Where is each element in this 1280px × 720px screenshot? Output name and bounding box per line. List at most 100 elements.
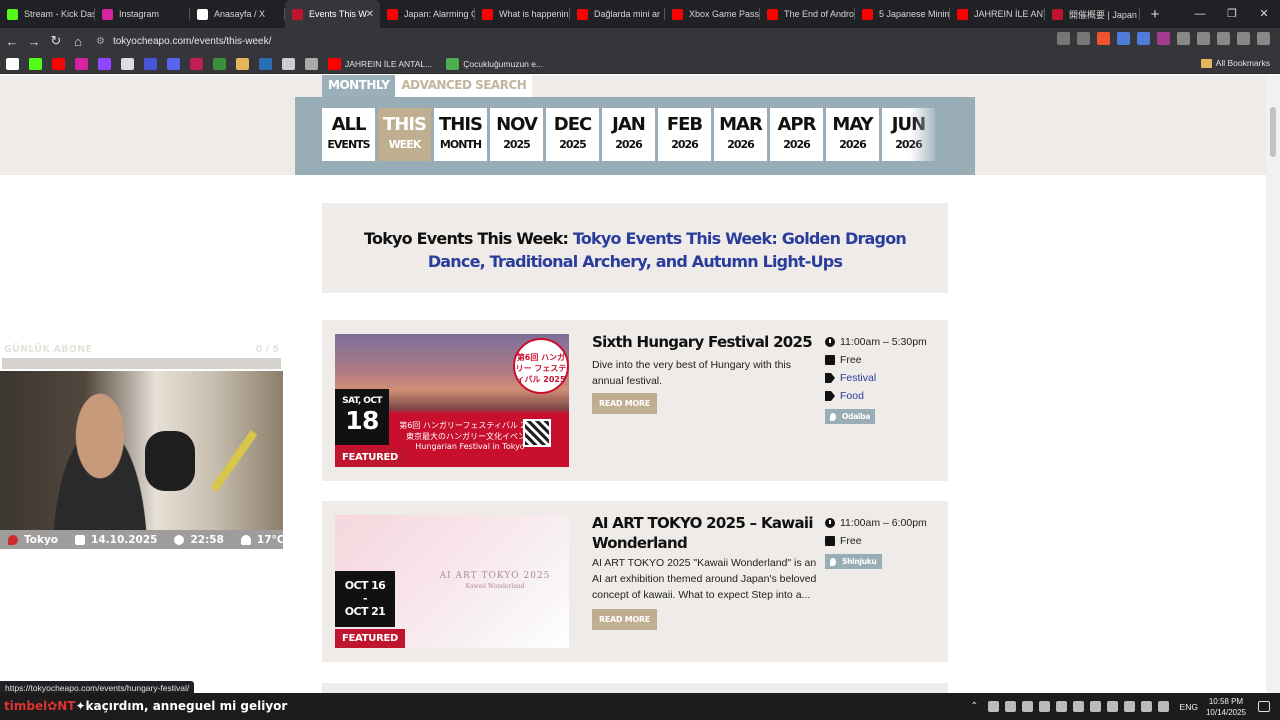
date-filter-tab[interactable]: JAN 2026: [602, 108, 655, 161]
streamer: [40, 391, 160, 530]
browser-tab[interactable]: 5 Japanese Minim: [855, 0, 950, 28]
tray-icon[interactable]: [1072, 701, 1084, 712]
date-filter-tab[interactable]: ALL EVENTS: [322, 108, 375, 161]
event-description: AI ART TOKYO 2025 "Kawaii Wonderland" is…: [592, 557, 817, 601]
read-more-button[interactable]: READ MORE: [592, 609, 657, 630]
event-title[interactable]: AI ART TOKYO 2025 – Kawaii Wonderland: [592, 513, 822, 553]
youtube-bookmark-icon[interactable]: [52, 57, 65, 70]
language-indicator[interactable]: ENG: [1180, 702, 1198, 712]
tab-label: 開催概要 | Japan: [1069, 9, 1137, 20]
bookmark-icon[interactable]: [167, 57, 180, 70]
date-filter-tab[interactable]: DEC 2025: [546, 108, 599, 161]
cloud-icon[interactable]: [1055, 701, 1067, 712]
bookmark-icon[interactable]: [282, 57, 295, 70]
microphone-icon[interactable]: [1123, 701, 1135, 712]
browser-tab[interactable]: Dağlarda mini ar: [570, 0, 665, 28]
tab-favicon-icon: [767, 8, 778, 20]
browser-tab[interactable]: 開催概要 | Japan: [1045, 0, 1140, 28]
browser-tab[interactable]: JAHREIN İLE ANTI: [950, 0, 1045, 28]
date-filter-tab[interactable]: NOV 2025: [490, 108, 543, 161]
event-title[interactable]: Sixth Hungary Festival 2025: [592, 332, 822, 352]
new-tab-icon[interactable]: +: [1146, 6, 1164, 23]
browser-tab[interactable]: Instagram: [95, 0, 190, 28]
bookmark-icon[interactable]: [121, 57, 134, 70]
minimize-icon[interactable]: —: [1184, 0, 1216, 28]
puzzle-icon[interactable]: [1177, 32, 1190, 45]
bookmark-item[interactable]: Çocukluğumuzun e...: [446, 57, 543, 70]
instagram-bookmark-icon[interactable]: [75, 57, 88, 70]
date-filter-tab[interactable]: APR 2026: [770, 108, 823, 161]
bookmark-icon[interactable]: [305, 57, 318, 70]
browser-tab[interactable]: Stream - Kick Das: [0, 0, 95, 28]
view-tabs: MONTHLY ADVANCED SEARCH: [322, 75, 533, 97]
steam-icon[interactable]: [987, 701, 999, 712]
audio-icon[interactable]: [1137, 32, 1150, 45]
tray-icon[interactable]: [1038, 701, 1050, 712]
tray-icon[interactable]: [1089, 701, 1101, 712]
close-tab-icon[interactable]: ✕: [366, 9, 374, 20]
site-info-icon[interactable]: ⚙: [96, 36, 105, 47]
back-icon[interactable]: ←: [2, 34, 22, 49]
scrollbar-thumb[interactable]: [1270, 107, 1276, 157]
discord-icon[interactable]: [1004, 701, 1016, 712]
translate-icon[interactable]: [1117, 32, 1130, 45]
date-filter-tab[interactable]: THIS MONTH: [434, 108, 487, 161]
bookmark-favicon-icon: [446, 57, 460, 70]
folder-icon[interactable]: [236, 57, 249, 70]
bookmark-icon[interactable]: [259, 57, 272, 70]
speaker-icon[interactable]: [1140, 701, 1152, 712]
tab-advanced-search[interactable]: ADVANCED SEARCH: [395, 75, 533, 97]
sidebar-icon[interactable]: [1197, 32, 1210, 45]
extension-icon[interactable]: [1157, 32, 1170, 45]
bookmark-item[interactable]: JAHREIN İLE ANTAL...: [328, 57, 432, 70]
location-badge[interactable]: Odaiba: [825, 409, 876, 424]
location-pin-icon: [8, 534, 18, 545]
browser-tab[interactable]: Japan: Alarming C: [380, 0, 475, 28]
twitch-bookmark-icon[interactable]: [98, 57, 111, 70]
browser-tab[interactable]: The End of Andro: [760, 0, 855, 28]
tag-festival[interactable]: Festival: [840, 372, 876, 384]
date-filter-tab[interactable]: THIS WEEK: [378, 108, 431, 161]
location-badge[interactable]: Shinjuku: [825, 554, 882, 569]
close-window-icon[interactable]: ✕: [1248, 0, 1280, 28]
all-bookmarks-button[interactable]: All Bookmarks: [1200, 58, 1270, 68]
brave-shield-icon[interactable]: [1097, 32, 1110, 45]
browser-tab[interactable]: Events This W ✕: [285, 0, 380, 28]
cast-icon[interactable]: [1057, 32, 1070, 45]
bookmark-icon[interactable]: [144, 57, 157, 70]
browser-tab[interactable]: Xbox Game Pass: [665, 0, 760, 28]
tab-favicon-icon: [957, 8, 968, 20]
tab-monthly[interactable]: MONTHLY: [322, 75, 396, 97]
menu-icon[interactable]: [1257, 32, 1270, 45]
browser-tab[interactable]: What is happenin: [475, 0, 570, 28]
x-bookmark-icon[interactable]: [6, 57, 19, 70]
subscriber-goal-widget: GÜNLÜK ABONE 0 / 5: [0, 340, 283, 370]
url-field[interactable]: ⚙ tokyocheapo.com/events/this-week/: [96, 31, 1056, 51]
read-more-button[interactable]: READ MORE: [592, 393, 657, 414]
reload-icon[interactable]: ↻: [46, 33, 66, 49]
kick-bookmark-icon[interactable]: [29, 57, 42, 70]
bookmark-icon[interactable]: [213, 57, 226, 70]
chevron-up-icon[interactable]: ⌃: [970, 701, 978, 712]
reader-icon[interactable]: [1077, 32, 1090, 45]
home-icon[interactable]: ⌂: [68, 34, 88, 49]
forward-icon[interactable]: →: [24, 34, 44, 49]
date-filter-tab[interactable]: FEB 2026: [658, 108, 711, 161]
restore-icon[interactable]: ❐: [1216, 0, 1248, 28]
event-image[interactable]: AI ART TOKYO 2025 Kawaii Wonderland OCT …: [335, 515, 569, 648]
network-icon[interactable]: [1157, 701, 1169, 712]
tag-food[interactable]: Food: [840, 390, 864, 402]
wallet-icon[interactable]: [1217, 32, 1230, 45]
bookmark-icon[interactable]: [190, 57, 203, 70]
date-filter-tab[interactable]: MAY 2026: [826, 108, 879, 161]
tray-icon[interactable]: [1021, 701, 1033, 712]
media-icon[interactable]: [1237, 32, 1250, 45]
tray-icon[interactable]: [1106, 701, 1118, 712]
page-scrollbar[interactable]: [1266, 75, 1280, 693]
event-image[interactable]: 第6回 ハンガリー フェスティバル 2025 第6回 ハンガリーフェスティバル …: [335, 334, 569, 467]
date-filter-tab[interactable]: MAR 2026: [714, 108, 767, 161]
window-controls: — ❐ ✕: [1184, 0, 1280, 28]
system-clock[interactable]: 10:58 PM 10/14/2025: [1206, 696, 1246, 718]
browser-tab[interactable]: Anasayfa / X: [190, 0, 285, 28]
notification-icon[interactable]: [1258, 701, 1270, 712]
